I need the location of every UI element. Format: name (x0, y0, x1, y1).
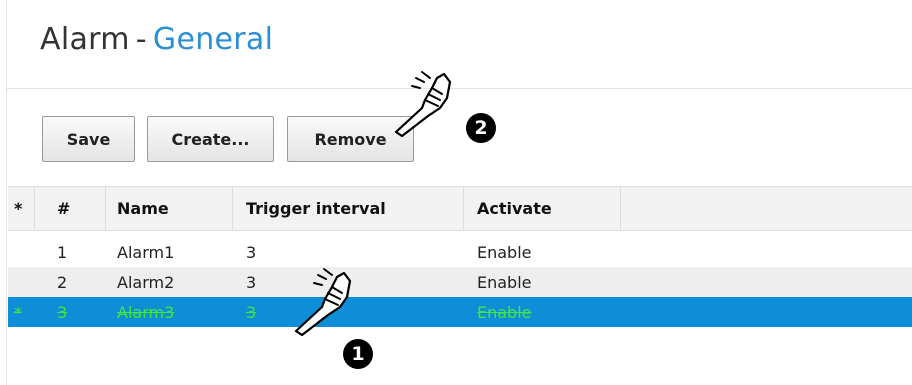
row-trigger-interval: 3 (246, 272, 257, 292)
pointing-hand-icon (394, 71, 452, 138)
callout-number-1: 1 (343, 339, 373, 369)
row-trigger-interval: 3 (246, 302, 257, 322)
row-mark: * (14, 302, 22, 322)
column-divider[interactable] (34, 187, 35, 230)
table-row[interactable]: 2 Alarm2 3 Enable (8, 267, 912, 297)
column-header-mark[interactable]: * (14, 187, 22, 230)
save-button[interactable]: Save (42, 116, 135, 162)
column-divider[interactable] (620, 187, 621, 230)
page-title-separator: - (135, 22, 147, 57)
row-trigger-interval: 3 (246, 242, 257, 262)
row-number: 1 (57, 242, 68, 262)
create-button[interactable]: Create... (147, 116, 274, 162)
column-header-trigger-interval[interactable]: Trigger interval (246, 187, 386, 230)
pointing-hand-icon (294, 268, 352, 337)
page-title: Alarm - General (40, 22, 273, 57)
row-activate: Enable (477, 302, 532, 322)
page-title-main: Alarm (40, 22, 130, 57)
column-divider[interactable] (463, 187, 464, 230)
page-title-section: General (152, 22, 274, 57)
row-number: 2 (57, 272, 68, 292)
table-header: * # Name Trigger interval Activate (8, 186, 912, 231)
row-name: Alarm2 (117, 272, 175, 292)
callout-number-2: 2 (466, 113, 496, 143)
alarm-table: * # Name Trigger interval Activate 1 Ala… (8, 186, 912, 327)
row-name: Alarm3 (117, 302, 175, 322)
row-activate: Enable (477, 242, 532, 262)
column-divider[interactable] (232, 187, 233, 230)
row-name: Alarm1 (117, 242, 175, 262)
row-activate: Enable (477, 272, 532, 292)
left-border (6, 0, 7, 385)
row-number: 3 (57, 302, 68, 322)
table-row[interactable]: 1 Alarm1 3 Enable (8, 237, 912, 267)
title-divider (7, 88, 912, 89)
column-header-activate[interactable]: Activate (477, 187, 552, 230)
table-row-selected[interactable]: * 3 Alarm3 3 Enable (8, 297, 912, 327)
column-divider[interactable] (105, 187, 106, 230)
column-header-name[interactable]: Name (117, 187, 169, 230)
column-header-number[interactable]: # (57, 187, 70, 230)
